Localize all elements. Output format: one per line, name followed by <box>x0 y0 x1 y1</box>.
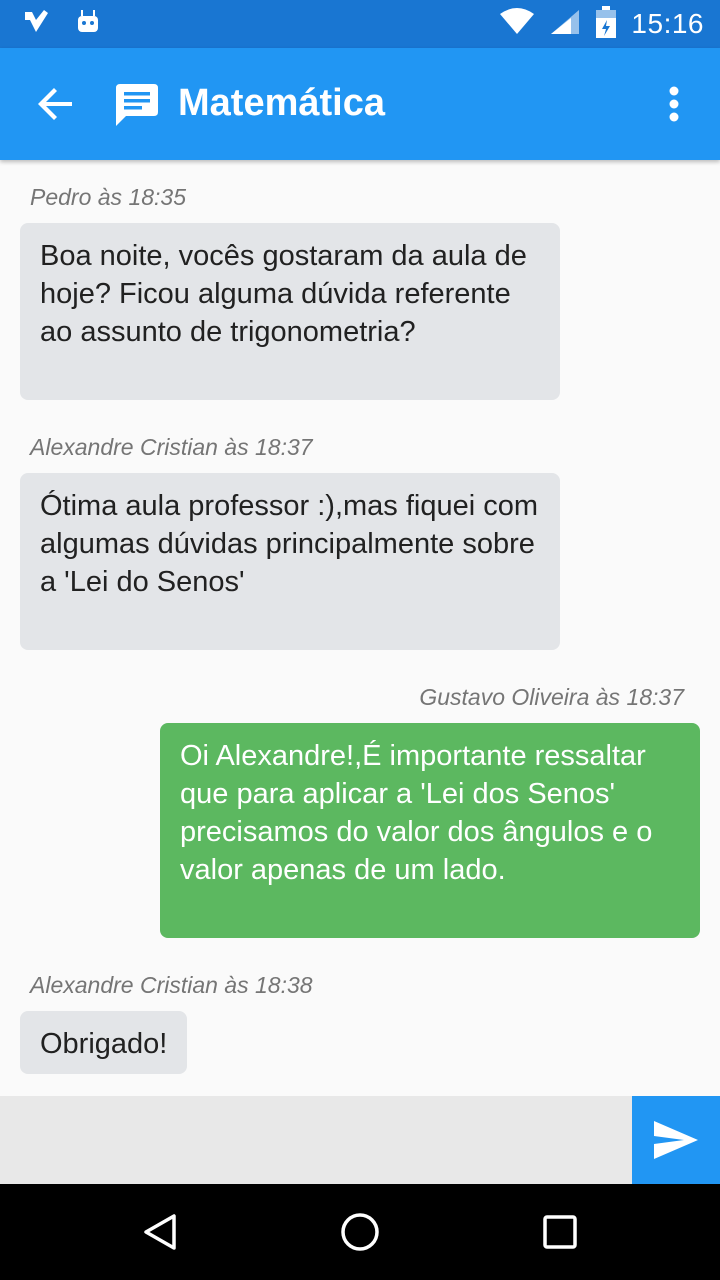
back-arrow-icon <box>38 88 72 120</box>
message-author-time: Gustavo Oliveira às 18:37 <box>419 684 684 710</box>
battery-icon <box>595 5 617 43</box>
chat-icon <box>112 80 160 128</box>
overflow-menu-button[interactable] <box>648 78 700 130</box>
status-bar: 15:16 <box>0 0 720 48</box>
message-author-time: Alexandre Cristian às 18:38 <box>30 972 313 998</box>
notification-icon <box>22 8 50 41</box>
app-bar: Matemática <box>0 48 720 160</box>
status-time: 15:16 <box>631 8 704 39</box>
message-author-time: Alexandre Cristian às 18:37 <box>30 434 313 460</box>
signal-icon <box>549 8 581 41</box>
system-nav-bar <box>0 1184 720 1280</box>
wifi-icon <box>499 7 535 41</box>
message-input[interactable] <box>0 1096 632 1184</box>
message-bubble-incoming[interactable]: Obrigado! <box>20 1011 188 1074</box>
home-circle-icon <box>341 1213 379 1251</box>
nav-recents-button[interactable] <box>536 1208 584 1256</box>
send-icon <box>654 1121 698 1159</box>
message-bubble-outgoing[interactable]: Oi Alexandre!,É importante ressaltar que… <box>160 723 700 938</box>
back-triangle-icon <box>144 1214 176 1250</box>
back-button[interactable] <box>30 78 82 130</box>
message-list[interactable]: Pedro às 18:35 Boa noite, vocês gostaram… <box>0 160 720 1096</box>
message-author-time: Pedro às 18:35 <box>30 184 187 210</box>
page-title: Matemática <box>178 82 385 124</box>
chat-screen: 15:16 Matemática Pedro às 18:35 Boa noit… <box>0 0 720 1280</box>
nav-home-button[interactable] <box>336 1208 384 1256</box>
nav-back-button[interactable] <box>136 1208 184 1256</box>
send-button[interactable] <box>632 1096 720 1184</box>
compose-bar <box>0 1096 720 1184</box>
more-vert-icon <box>669 86 679 122</box>
message-bubble-incoming[interactable]: Ótima aula professor :),mas fiquei com a… <box>20 473 560 650</box>
recents-square-icon <box>543 1215 577 1249</box>
message-bubble-incoming[interactable]: Boa noite, vocês gostaram da aula de hoj… <box>20 223 560 400</box>
android-icon <box>74 8 102 41</box>
